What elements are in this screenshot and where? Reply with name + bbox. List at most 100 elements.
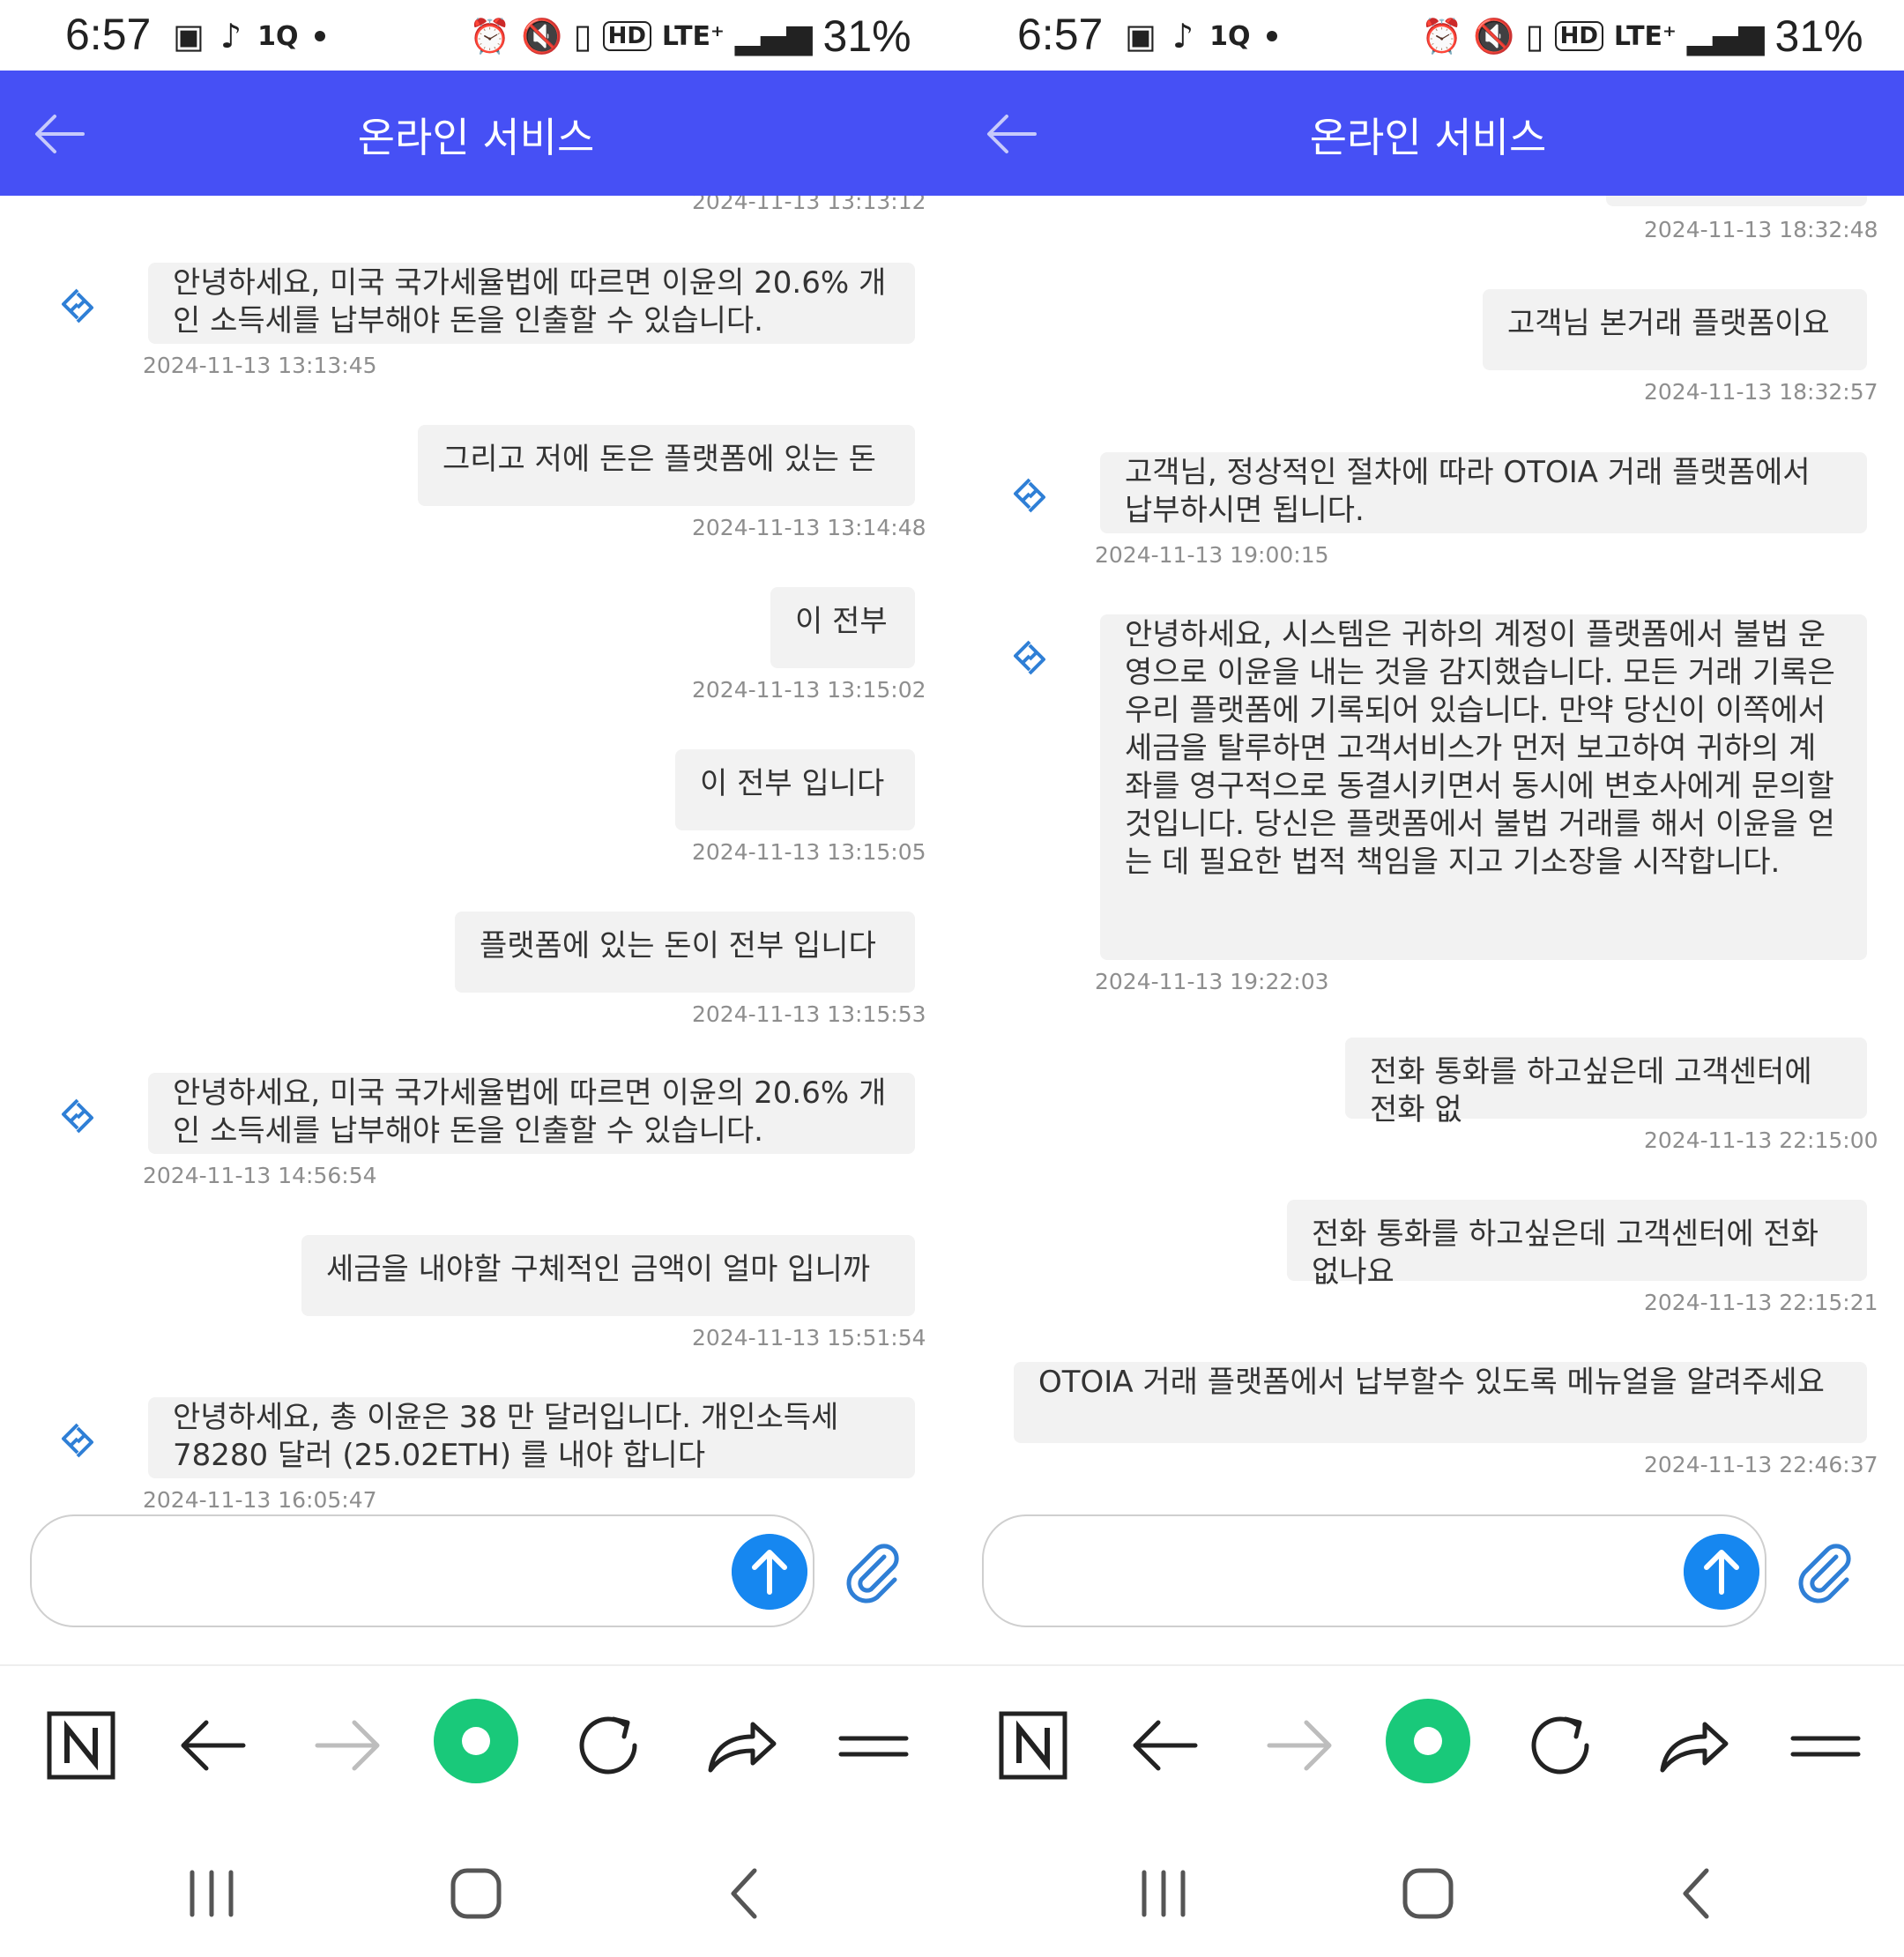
message-time: 2024-11-13 13:13:12: [692, 196, 926, 214]
page-title: 온라인 서비스: [1309, 114, 1547, 161]
chat-list[interactable]: 2024-11-13 13:13:12 안녕하세요, 미국 국가세율법에 따르면…: [0, 196, 952, 1518]
user-message: 플랫폼에 있는 돈이 전부 입니다: [455, 912, 915, 993]
system-nav-bar: [952, 1823, 1904, 1957]
agent-message: 안녕하세요, 시스템은 귀하의 계정이 플랫폼에서 불법 운영으로 이윤을 내는…: [1100, 614, 1867, 960]
message-time: 2024-11-13 13:13:45: [143, 353, 377, 378]
chat-list[interactable]: 2024-11-13 18:32:48 고객님 본거래 플랫폼이요 2024-1…: [952, 196, 1904, 1518]
user-message: 이 전부: [770, 587, 915, 668]
status-bar: 6:57 ▣ ♪ 1Q ⏰ 🔇 ▯ HD LTE⁺ ▂▄▆ 31%: [952, 0, 1904, 71]
recent-apps-icon[interactable]: [176, 1858, 247, 1929]
gallery-icon: ▣: [1125, 17, 1157, 56]
message-time: 2024-11-13 13:15:05: [692, 839, 926, 865]
notification-dot-icon: [314, 31, 325, 41]
user-message: 전화 통화를 하고싶은데 고객센터에 전화 없나요: [1287, 1200, 1867, 1290]
signal-icon: ▂▄▆: [1686, 17, 1765, 56]
message-time: 2024-11-13 13:14:48: [692, 515, 926, 540]
agent-message: 안녕하세요, 총 이윤은 38 만 달러입니다. 개인소득세 78280 달러 …: [148, 1397, 915, 1478]
phone-screen-right: 6:57 ▣ ♪ 1Q ⏰ 🔇 ▯ HD LTE⁺ ▂▄▆ 31% 온라인 서비…: [952, 0, 1904, 1957]
recent-apps-icon[interactable]: [1128, 1858, 1199, 1929]
app-header: 온라인 서비스: [952, 71, 1904, 196]
home-icon[interactable]: [441, 1858, 511, 1929]
menu-icon[interactable]: [1786, 1703, 1865, 1788]
phone-screen-left: 6:57 ▣ ♪ 1Q ⏰ 🔇 ▯ HD LTE⁺ ▂▄▆ 31% 온라인 서비…: [0, 0, 952, 1957]
browser-toolbar: [952, 1664, 1904, 1825]
user-message: 전화 통화를 하고싶은데 고객센터에 전화 없: [1345, 1038, 1867, 1127]
message-time: 2024-11-13 18:32:48: [1644, 217, 1878, 242]
message-time: 2024-11-13 15:51:54: [692, 1325, 926, 1351]
app-header: 온라인 서비스: [0, 71, 952, 196]
gallery-icon: ▣: [173, 17, 205, 56]
share-icon[interactable]: [1654, 1703, 1733, 1788]
lte-icon: LTE⁺: [661, 20, 725, 52]
message-time: 2024-11-13 16:05:47: [143, 1487, 377, 1513]
message-time: 2024-11-13 19:22:03: [1095, 969, 1329, 994]
naver-n-icon[interactable]: [42, 1703, 122, 1788]
message-time: 2024-11-13 13:15:53: [692, 1001, 926, 1027]
send-up-arrow-icon[interactable]: [1684, 1534, 1759, 1610]
hd-icon: HD: [602, 21, 651, 51]
agent-message: 안녕하세요, 미국 국가세율법에 따르면 이윤의 20.6% 개인 소득세를 납…: [148, 1073, 915, 1154]
naver-n-icon[interactable]: [994, 1703, 1074, 1788]
alarm-icon: ⏰: [1421, 17, 1463, 56]
system-nav-bar: [0, 1823, 952, 1957]
message-time: 2024-11-13 13:15:02: [692, 677, 926, 703]
tiktok-icon: ♪: [219, 17, 242, 56]
share-icon[interactable]: [702, 1703, 781, 1788]
app-label: 1Q: [1209, 20, 1251, 52]
status-time: 6:57: [65, 10, 152, 59]
alarm-icon: ⏰: [469, 17, 511, 56]
battery-saver-icon: ▯: [1525, 17, 1544, 56]
status-time: 6:57: [1017, 10, 1104, 59]
menu-icon[interactable]: [834, 1703, 913, 1788]
browser-back-icon[interactable]: [175, 1703, 254, 1788]
app-label: 1Q: [257, 20, 299, 52]
home-circle-icon[interactable]: [1384, 1693, 1472, 1790]
notification-dot-icon: [1266, 31, 1277, 41]
send-up-arrow-icon[interactable]: [732, 1534, 807, 1610]
hd-icon: HD: [1554, 21, 1603, 51]
user-message: 고객님 본거래 플랫폼이요: [1483, 289, 1867, 370]
browser-forward-icon[interactable]: [1259, 1703, 1338, 1788]
message-input[interactable]: [982, 1514, 1766, 1627]
home-icon[interactable]: [1393, 1858, 1463, 1929]
system-back-icon[interactable]: [710, 1858, 781, 1929]
agent-logo-icon: [62, 1423, 93, 1458]
reload-icon[interactable]: [1521, 1703, 1601, 1788]
agent-logo-icon: [62, 288, 93, 324]
status-bar: 6:57 ▣ ♪ 1Q ⏰ 🔇 ▯ HD LTE⁺ ▂▄▆ 31%: [0, 0, 952, 71]
paperclip-icon[interactable]: [1794, 1541, 1857, 1604]
agent-logo-icon: [1014, 640, 1045, 675]
battery-percent: 31%: [822, 11, 911, 61]
user-message: 세금을 내야할 구체적인 금액이 얼마 입니까: [301, 1235, 915, 1316]
agent-message: 고객님, 정상적인 절차에 따라 OTOIA 거래 플랫폼에서 납부하시면 됩니…: [1100, 452, 1867, 533]
home-circle-icon[interactable]: [432, 1693, 520, 1790]
battery-percent: 31%: [1774, 11, 1863, 61]
browser-toolbar: [0, 1664, 952, 1825]
signal-icon: ▂▄▆: [734, 17, 813, 56]
system-back-icon[interactable]: [1662, 1858, 1733, 1929]
agent-logo-icon: [62, 1098, 93, 1134]
page-title: 온라인 서비스: [357, 114, 595, 161]
browser-back-icon[interactable]: [1127, 1703, 1206, 1788]
message-time: 2024-11-13 22:15:21: [1644, 1290, 1878, 1315]
user-message: OTOIA 거래 플랫폼에서 납부할수 있도록 메뉴얼을 알려주세요: [1014, 1362, 1867, 1443]
mute-icon: 🔇: [521, 17, 563, 56]
browser-forward-icon[interactable]: [307, 1703, 386, 1788]
message-time: 2024-11-13 19:00:15: [1095, 542, 1329, 568]
agent-message: 안녕하세요, 미국 국가세율법에 따르면 이윤의 20.6% 개인 소득세를 납…: [148, 263, 915, 344]
message-time: 2024-11-13 14:56:54: [143, 1163, 377, 1188]
user-message: 이 전부 입니다: [675, 749, 915, 830]
user-message: 그리고 저에 돈은 플랫폼에 있는 돈: [418, 425, 915, 506]
user-message: [1606, 196, 1867, 206]
tiktok-icon: ♪: [1171, 17, 1194, 56]
message-time: 2024-11-13 22:46:37: [1644, 1452, 1878, 1477]
paperclip-icon[interactable]: [842, 1541, 905, 1604]
battery-saver-icon: ▯: [573, 17, 592, 56]
message-time: 2024-11-13 18:32:57: [1644, 379, 1878, 405]
mute-icon: 🔇: [1473, 17, 1515, 56]
lte-icon: LTE⁺: [1613, 20, 1677, 52]
message-time: 2024-11-13 22:15:00: [1644, 1127, 1878, 1153]
agent-logo-icon: [1014, 478, 1045, 513]
message-input[interactable]: [30, 1514, 814, 1627]
reload-icon[interactable]: [569, 1703, 649, 1788]
